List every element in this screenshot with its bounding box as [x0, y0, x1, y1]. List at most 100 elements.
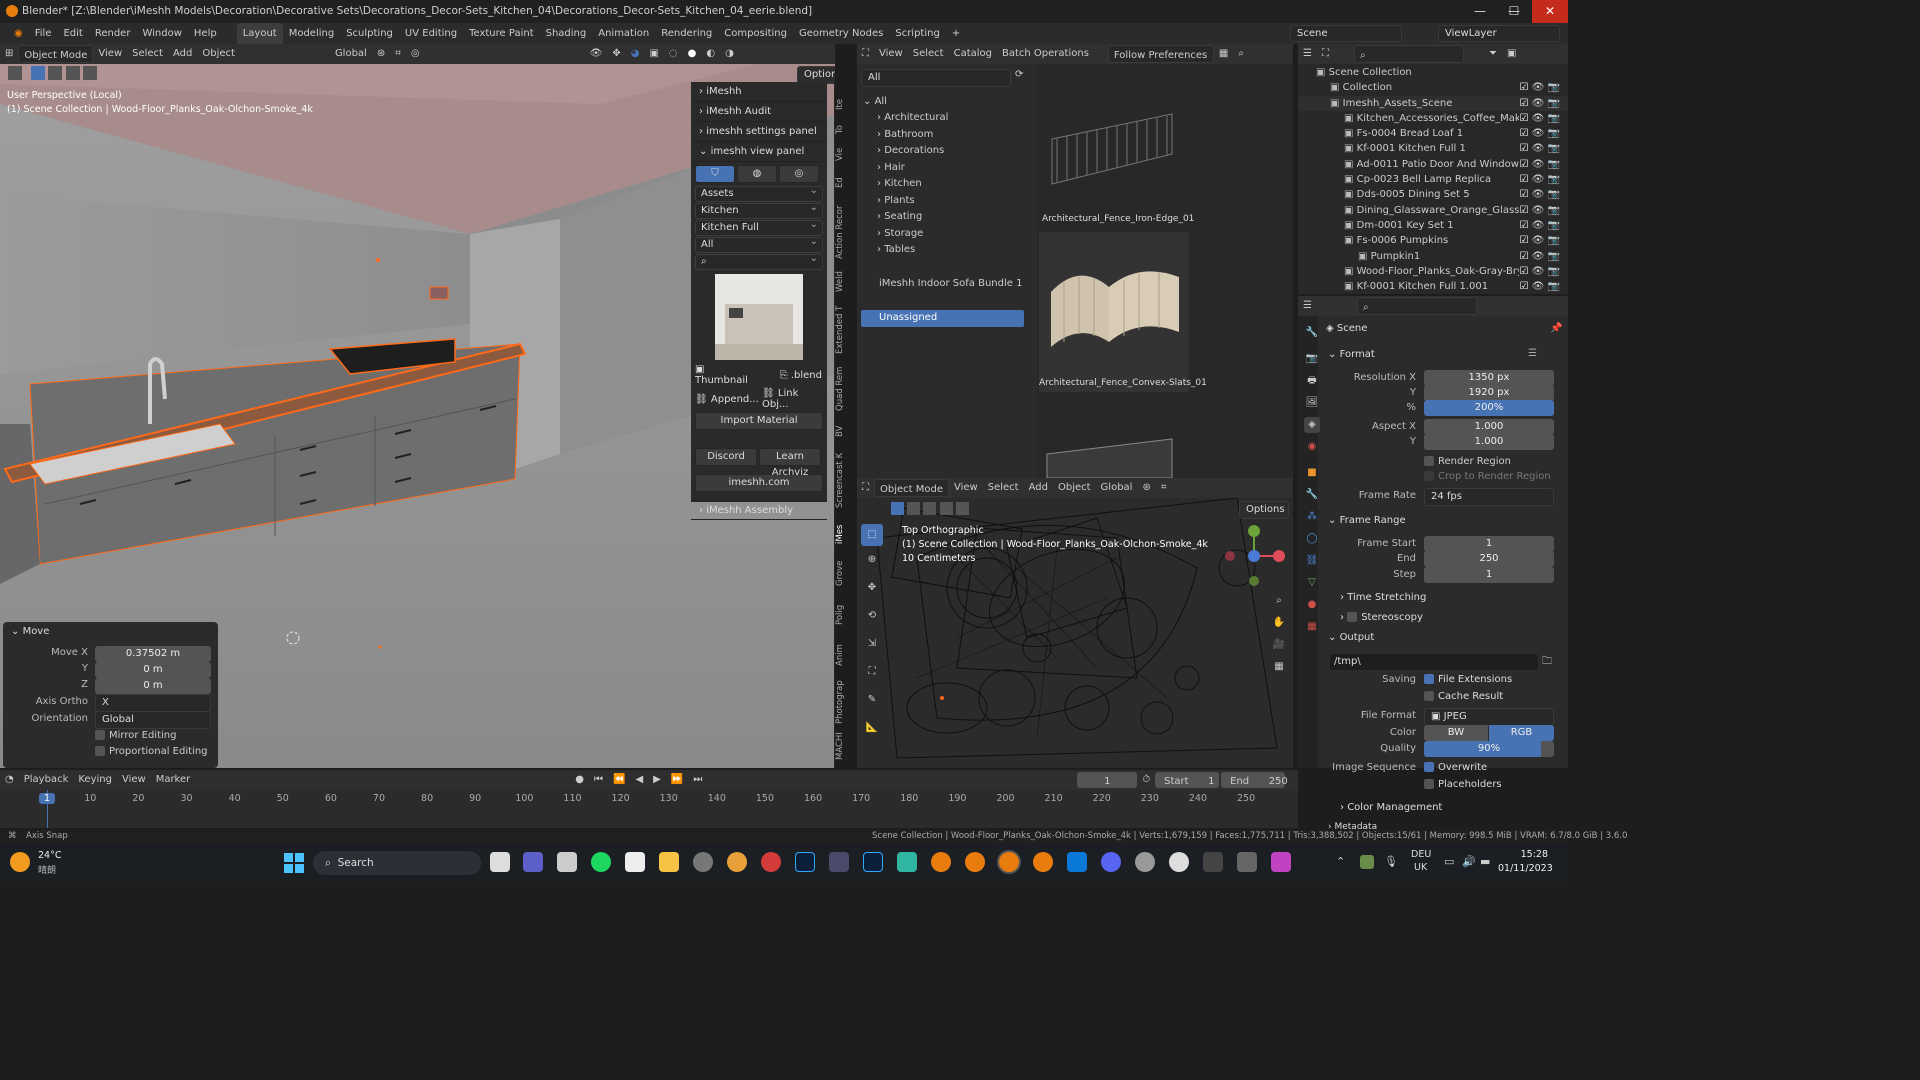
visibility-eye-icon[interactable]: 👁 — [1532, 82, 1545, 93]
quality-slider[interactable]: 90% — [1424, 741, 1554, 757]
placeholders-checkbox[interactable]: Placeholders — [1424, 779, 1502, 790]
outliner-display-icon[interactable]: ⛶ — [1317, 44, 1334, 64]
presets-icon[interactable]: ☰ — [1528, 348, 1537, 359]
output-panel-header[interactable]: ⌄ Output — [1328, 632, 1374, 643]
visibility-eye-icon[interactable]: 👁 — [1532, 174, 1545, 185]
sidebar-tab-8[interactable]: BV — [835, 417, 849, 445]
workspace-uv-editing[interactable]: UV Editing — [399, 23, 463, 44]
outliner-item[interactable]: ▣ Kf-0001 Kitchen Full 1.001 ☑ 👁 📷 — [1298, 279, 1568, 294]
render-camera-icon[interactable]: 📷 — [1548, 189, 1560, 200]
app-icon-7[interactable] — [1169, 852, 1189, 872]
menu-file[interactable]: File — [29, 23, 58, 44]
sidebar-tab-10[interactable]: iMes — [835, 518, 849, 550]
frame-rate-dropdown[interactable]: 24 fps — [1424, 488, 1554, 506]
tv-select-menu[interactable]: Select — [983, 478, 1024, 498]
outliner-item[interactable]: ▣ Fs-0006 Pumpkins ☑ 👁 📷 — [1298, 233, 1568, 248]
properties-editor-icon[interactable]: ☰ — [1298, 296, 1317, 316]
exclude-checkbox-icon[interactable]: ☑ — [1520, 98, 1529, 109]
app-icon-3[interactable] — [761, 852, 781, 872]
blender-taskbar-icon-3[interactable] — [1033, 852, 1053, 872]
photoshop-icon-2[interactable] — [863, 852, 883, 872]
prev-key-icon[interactable]: ⏪ — [608, 770, 630, 790]
notion-icon[interactable] — [625, 852, 645, 872]
solid-shading-icon[interactable]: ● — [683, 44, 702, 64]
catalog-item[interactable]: › Architectural — [877, 110, 948, 127]
exclude-checkbox-icon[interactable]: ☑ — [1520, 159, 1529, 170]
app-icon-6[interactable] — [1135, 852, 1155, 872]
visibility-eye-icon[interactable]: 👁 — [1532, 220, 1545, 231]
sidebar-tab-9[interactable]: Screencast K — [835, 450, 849, 510]
visibility-eye-icon[interactable]: 👁 — [1532, 235, 1545, 246]
tray-app-icon[interactable] — [1360, 855, 1374, 869]
exclude-checkbox-icon[interactable]: ☑ — [1520, 143, 1529, 154]
render-tab-icon[interactable]: 📷 — [1304, 351, 1320, 367]
workspace-animation[interactable]: Animation — [592, 23, 655, 44]
sidebar-tab-12[interactable]: Polig — [835, 595, 849, 635]
blender-taskbar-icon-1[interactable] — [931, 852, 951, 872]
assets-dropdown[interactable]: Assets — [695, 184, 823, 202]
filter-icon[interactable]: ⏷ — [1484, 44, 1502, 64]
refresh-icon[interactable]: ⟳ — [1015, 69, 1023, 80]
tv-editor-icon[interactable]: ⛶ — [857, 478, 874, 498]
next-key-icon[interactable]: ⏩ — [666, 770, 688, 790]
select-menu[interactable]: Select — [127, 44, 168, 64]
outliner-item[interactable]: ▣ Kitchen_Accessories_Coffee_Maker_01☑ 👁… — [1298, 111, 1568, 126]
close-button[interactable]: ✕ — [1532, 0, 1568, 23]
ortho-grid-icon[interactable]: ▦ — [1269, 656, 1289, 678]
overwrite-checkbox[interactable]: Overwrite — [1424, 762, 1487, 773]
tv-add-menu[interactable]: Add — [1024, 478, 1053, 498]
sidebar-tab-5[interactable]: Weld — [835, 267, 849, 297]
exclude-checkbox-icon[interactable]: ☑ — [1520, 113, 1529, 124]
color-bw-button[interactable]: BW — [1424, 725, 1488, 741]
catalog-item[interactable]: › Decorations — [877, 143, 948, 160]
outliner-item[interactable]: ▣ Pumpkin1 ☑ 👁 📷 — [1298, 249, 1568, 264]
materials-tab-icon[interactable]: ◍ — [737, 165, 777, 183]
render-camera-icon[interactable]: 📷 — [1548, 98, 1560, 109]
sidebar-tab-2[interactable]: Vie — [835, 143, 849, 165]
exclude-checkbox-icon[interactable]: ☑ — [1520, 251, 1529, 262]
exclude-checkbox-icon[interactable]: ☑ — [1520, 128, 1529, 139]
outliner-item[interactable]: ▣ Dds-0005 Dining Set 5 ☑ 👁 📷 — [1298, 187, 1568, 202]
asset-search-input[interactable]: ⌕ — [695, 252, 823, 270]
metadata-panel[interactable]: › Metadata — [1328, 822, 1377, 830]
format-panel-header[interactable]: ⌄ Format — [1328, 349, 1375, 360]
tray-chevron-icon[interactable]: ⌃ — [1336, 855, 1345, 868]
sidebar-tab-1[interactable]: To — [835, 120, 849, 140]
exclude-checkbox-icon[interactable]: ☑ — [1520, 266, 1529, 277]
marker-menu[interactable]: Marker — [151, 770, 196, 790]
measure-tool-icon[interactable]: 📐 — [861, 714, 883, 742]
outliner-item[interactable]: ▣ Kf-0001 Kitchen Full 1 ☑ 👁 📷 — [1298, 141, 1568, 156]
overlay-icon[interactable]: ◕ — [626, 44, 645, 64]
workspace-rendering[interactable]: Rendering — [655, 23, 718, 44]
category-dropdown[interactable]: Kitchen — [695, 201, 823, 219]
file-extensions-checkbox[interactable]: File Extensions — [1424, 674, 1512, 685]
minimize-button[interactable]: — — [1462, 0, 1498, 23]
import-material-button[interactable]: Import Material — [695, 412, 823, 430]
filter-dropdown[interactable]: All — [695, 235, 823, 253]
tv-orientation-dropdown[interactable]: Global — [1096, 478, 1138, 498]
proportional-icon[interactable]: ◎ — [406, 44, 425, 64]
proportional-editing-checkbox[interactable]: Proportional Editing — [95, 746, 208, 757]
catalog-item[interactable]: › Storage — [877, 226, 948, 243]
clock-time[interactable]: 15:28 — [1506, 849, 1548, 860]
tv-snap-icon[interactable]: ⌗ — [1156, 478, 1172, 498]
workspace-compositing[interactable]: Compositing — [718, 23, 793, 44]
panel-imeshh-audit[interactable]: › iMeshh Audit — [691, 102, 827, 122]
folder-icon[interactable]: 🗀 — [1542, 654, 1552, 671]
tv-object-menu[interactable]: Object — [1053, 478, 1096, 498]
exclude-checkbox-icon[interactable]: ☑ — [1520, 174, 1529, 185]
jump-end-icon[interactable]: ⏭ — [688, 770, 707, 790]
record-icon[interactable]: ● — [570, 770, 589, 790]
visibility-eye-icon[interactable]: 👁 — [1532, 128, 1545, 139]
render-camera-icon[interactable]: 📷 — [1548, 205, 1560, 216]
resolution-y-field[interactable]: 1920 px — [1424, 385, 1554, 401]
tv-mode-dropdown[interactable]: Object Mode — [874, 479, 949, 497]
exclude-checkbox-icon[interactable]: ☑ — [1520, 82, 1529, 93]
blender-menu-icon[interactable]: ◉ — [8, 23, 29, 44]
keyboard-lang-1[interactable]: DEU — [1411, 849, 1431, 860]
tool-tab-icon[interactable]: 🔧 — [1304, 325, 1320, 341]
render-camera-icon[interactable]: 📷 — [1548, 82, 1560, 93]
workspace-layout[interactable]: Layout — [236, 23, 283, 44]
resolution-pct-field[interactable]: 200% — [1424, 400, 1554, 416]
app-icon-8[interactable] — [1271, 852, 1291, 872]
